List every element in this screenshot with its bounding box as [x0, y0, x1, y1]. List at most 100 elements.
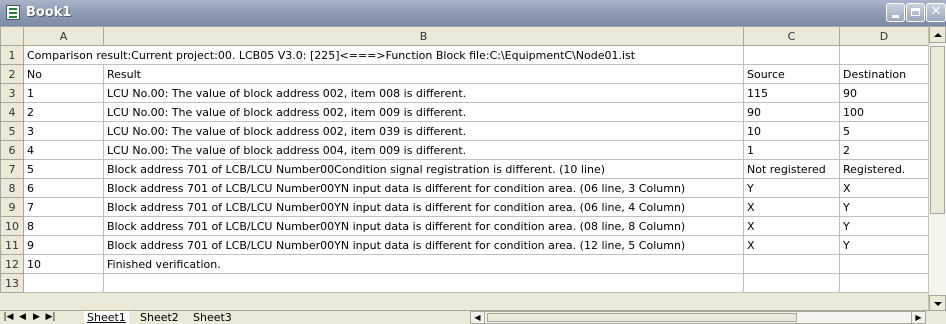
row-header[interactable]: 13 [0, 273, 24, 293]
row-header[interactable]: 11 [0, 235, 24, 255]
scroll-right-arrow-icon[interactable]: ▶ [911, 312, 925, 323]
sheet-tab-bar: |◀ ◀ ▶ ▶| Sheet1 Sheet2 Sheet3 ◀ ▶ [0, 310, 946, 324]
cell[interactable]: Finished verification. [103, 254, 744, 274]
cell[interactable]: 1 [23, 83, 104, 103]
cell[interactable]: 90 [839, 83, 929, 103]
cell[interactable]: LCU No.00: The value of block address 00… [103, 83, 744, 103]
worksheet-grid: A B C D 1 Comparison result:Current proje… [0, 26, 929, 293]
table-row: 2 No Result Source Destination [0, 64, 929, 84]
scroll-left-arrow-icon[interactable]: ◀ [471, 312, 485, 323]
cell[interactable]: 2 [839, 140, 929, 160]
table-row: 9 7 Block address 701 of LCB/LCU Number00Y… [0, 197, 929, 217]
row-header[interactable]: 3 [0, 83, 24, 103]
cell[interactable]: No [23, 64, 104, 84]
cell[interactable]: Y [743, 178, 840, 198]
sheet-tab-sheet1[interactable]: Sheet1 [84, 311, 129, 324]
row-header[interactable]: 7 [0, 159, 24, 179]
previous-sheet-icon[interactable]: ◀ [16, 311, 29, 324]
cell[interactable]: Y [839, 235, 929, 255]
cell[interactable] [839, 254, 929, 274]
minimize-button[interactable] [886, 3, 905, 22]
cell[interactable]: 10 [23, 254, 104, 274]
sheet-tab-sheet3[interactable]: Sheet3 [190, 311, 235, 324]
vertical-scrollbar[interactable] [928, 26, 946, 312]
column-header-a[interactable]: A [23, 26, 104, 46]
cell[interactable]: Block address 701 of LCB/LCU Number00YN … [103, 197, 744, 217]
row-header[interactable]: 4 [0, 102, 24, 122]
cell[interactable]: 8 [23, 216, 104, 236]
cell[interactable] [743, 45, 840, 65]
cell[interactable] [743, 254, 840, 274]
cell[interactable]: Not registered [743, 159, 840, 179]
horizontal-scroll-thumb[interactable] [487, 313, 797, 322]
window-title: Book1 [26, 5, 72, 20]
close-button[interactable]: ✕ [926, 3, 946, 22]
row-header[interactable]: 2 [0, 64, 24, 84]
cell[interactable]: 1 [743, 140, 840, 160]
row-header[interactable]: 6 [0, 140, 24, 160]
cell[interactable]: 9 [23, 235, 104, 255]
cell[interactable]: Block address 701 of LCB/LCU Number00Con… [103, 159, 744, 179]
first-sheet-icon[interactable]: |◀ [2, 311, 15, 324]
cell[interactable]: Source [743, 64, 840, 84]
next-sheet-icon[interactable]: ▶ [30, 311, 43, 324]
cell[interactable]: 5 [23, 159, 104, 179]
column-header-b[interactable]: B [103, 26, 744, 46]
table-row: 12 10 Finished verification. [0, 254, 929, 274]
cell[interactable]: Registered. [839, 159, 929, 179]
row-header[interactable]: 10 [0, 216, 24, 236]
cell[interactable] [743, 273, 840, 293]
cell[interactable]: 100 [839, 102, 929, 122]
cell[interactable]: X [743, 216, 840, 236]
last-sheet-icon[interactable]: ▶| [44, 311, 57, 324]
cell[interactable]: X [839, 178, 929, 198]
table-row: 11 9 Block address 701 of LCB/LCU Number00… [0, 235, 929, 255]
cell[interactable]: Comparison result:Current project:00. LC… [23, 45, 744, 65]
row-header[interactable]: 9 [0, 197, 24, 217]
excel-workbook-icon[interactable] [6, 5, 20, 20]
cell[interactable]: Destination [839, 64, 929, 84]
cell[interactable]: 10 [743, 121, 840, 141]
cell[interactable]: 3 [23, 121, 104, 141]
vertical-scroll-thumb[interactable] [930, 46, 945, 214]
cell[interactable] [23, 273, 104, 293]
cell[interactable]: Block address 701 of LCB/LCU Number00YN … [103, 178, 744, 198]
cell[interactable]: 7 [23, 197, 104, 217]
cell[interactable]: LCU No.00: The value of block address 00… [103, 121, 744, 141]
title-bar[interactable]: Book1 ✕ [0, 0, 946, 26]
column-header-c[interactable]: C [743, 26, 840, 46]
cell[interactable]: Y [839, 197, 929, 217]
row-header[interactable]: 8 [0, 178, 24, 198]
scroll-up-arrow-icon[interactable] [929, 26, 946, 43]
column-header-row: A B C D [0, 26, 929, 46]
cell[interactable] [839, 273, 929, 293]
cell[interactable]: Block address 701 of LCB/LCU Number00YN … [103, 216, 744, 236]
cell[interactable]: 4 [23, 140, 104, 160]
cell[interactable]: 90 [743, 102, 840, 122]
cell[interactable]: X [743, 197, 840, 217]
cell[interactable] [839, 45, 929, 65]
table-row: 6 4 LCU No.00: The value of block address … [0, 140, 929, 160]
table-row: 3 1 LCU No.00: The value of block address … [0, 83, 929, 103]
cell[interactable]: LCU No.00: The value of block address 00… [103, 140, 744, 160]
sheet-tab-sheet2[interactable]: Sheet2 [137, 311, 182, 324]
table-row: 7 5 Block address 701 of LCB/LCU Number00C… [0, 159, 929, 179]
select-all-corner[interactable] [0, 26, 24, 46]
row-header[interactable]: 5 [0, 121, 24, 141]
cell[interactable]: 5 [839, 121, 929, 141]
column-header-d[interactable]: D [839, 26, 929, 46]
cell[interactable]: 115 [743, 83, 840, 103]
cell[interactable]: X [743, 235, 840, 255]
cell[interactable]: Block address 701 of LCB/LCU Number00YN … [103, 235, 744, 255]
cell[interactable] [103, 273, 744, 293]
cell[interactable]: LCU No.00: The value of block address 00… [103, 102, 744, 122]
cell[interactable]: Y [839, 216, 929, 236]
row-header[interactable]: 1 [0, 45, 24, 65]
horizontal-scrollbar[interactable]: ◀ ▶ [470, 311, 926, 324]
maximize-button[interactable] [906, 3, 925, 22]
cell[interactable]: Result [103, 64, 744, 84]
cell[interactable]: 2 [23, 102, 104, 122]
cell[interactable]: 6 [23, 178, 104, 198]
row-header[interactable]: 12 [0, 254, 24, 274]
table-row: 4 2 LCU No.00: The value of block address … [0, 102, 929, 122]
